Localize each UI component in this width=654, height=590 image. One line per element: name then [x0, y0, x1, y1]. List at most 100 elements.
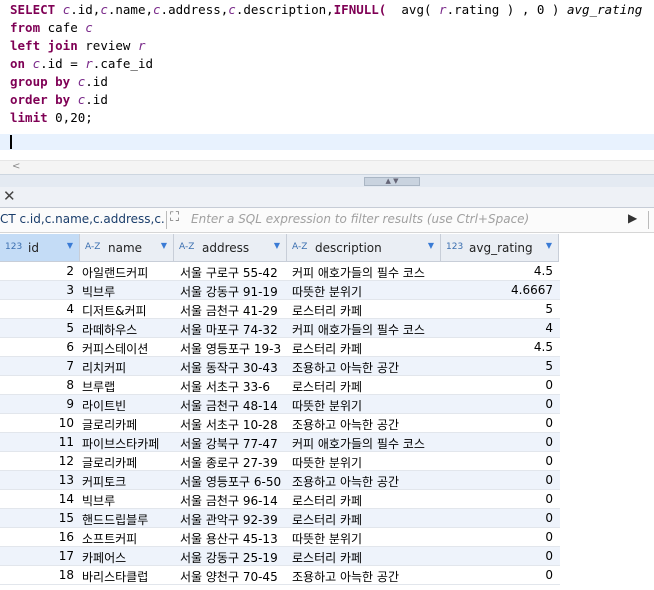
cell-name[interactable]: 파이브스타카페 [82, 435, 172, 452]
cell-id[interactable]: 8 [0, 378, 74, 392]
table-row[interactable]: 5 라떼하우스 서울 마포구 74-32 커피 애호가들의 필수 코스 4 [0, 319, 560, 338]
cell-name[interactable]: 핸드드립블루 [82, 511, 172, 528]
table-row[interactable]: 14 빅브루 서울 금천구 96-14 로스터리 카페 0 [0, 490, 560, 509]
cell-address[interactable]: 서울 영등포구 6-50 [180, 473, 286, 490]
table-row[interactable]: 7 리치커피 서울 동작구 30-43 조용하고 아늑한 공간 5 [0, 357, 560, 376]
cell-description[interactable]: 로스터리 카페 [292, 511, 440, 528]
cell-id[interactable]: 12 [0, 454, 74, 468]
cell-description[interactable]: 로스터리 카페 [292, 378, 440, 395]
cell-address[interactable]: 서울 금천구 96-14 [180, 492, 286, 509]
cell-name[interactable]: 바리스타클럽 [82, 568, 172, 585]
panel-splitter[interactable]: ▲ ▼ [0, 174, 654, 188]
table-row[interactable]: 3 빅브루 서울 강동구 91-19 따뜻한 분위기 4.6667 [0, 281, 560, 300]
cell-address[interactable]: 서울 강동구 25-19 [180, 549, 286, 566]
filter-expand-icon[interactable]: ⛶ [170, 210, 179, 225]
cell-description[interactable]: 조용하고 아늑한 공간 [292, 473, 440, 490]
cell-address[interactable]: 서울 용산구 45-13 [180, 530, 286, 547]
table-row[interactable]: 8 브루랩 서울 서초구 33-6 로스터리 카페 0 [0, 376, 560, 395]
table-row[interactable]: 10 글로리카페 서울 서초구 10-28 조용하고 아늑한 공간 0 [0, 414, 560, 433]
cell-description[interactable]: 따뜻한 분위기 [292, 397, 440, 414]
cell-description[interactable]: 조용하고 아늑한 공간 [292, 568, 440, 585]
cell-id[interactable]: 13 [0, 473, 74, 487]
cell-avg-rating[interactable]: 0 [444, 568, 553, 582]
cell-description[interactable]: 따뜻한 분위기 [292, 454, 440, 471]
table-row[interactable]: 6 커피스테이션 서울 영등포구 19-3 로스터리 카페 4.5 [0, 338, 560, 357]
sql-editor[interactable]: SELECT c.id,c.name,c.address,c.descripti… [0, 0, 654, 160]
cell-name[interactable]: 커피토크 [82, 473, 172, 490]
table-row[interactable]: 11 파이브스타카페 서울 강북구 77-47 커피 애호가들의 필수 코스 0 [0, 433, 560, 452]
cell-description[interactable]: 로스터리 카페 [292, 302, 440, 319]
cell-name[interactable]: 글로리카페 [82, 454, 172, 471]
editor-horizontal-scrollbar[interactable]: < [0, 160, 654, 175]
sort-dropdown-icon[interactable]: ▼ [546, 241, 552, 250]
cell-address[interactable]: 서울 마포구 74-32 [180, 321, 286, 338]
cell-avg-rating[interactable]: 0 [444, 397, 553, 411]
table-row[interactable]: 9 라이트빈 서울 금천구 48-14 따뜻한 분위기 0 [0, 395, 560, 414]
cell-name[interactable]: 빅브루 [82, 283, 172, 300]
cell-id[interactable]: 14 [0, 492, 74, 506]
cell-description[interactable]: 로스터리 카페 [292, 340, 440, 357]
cell-id[interactable]: 6 [0, 340, 74, 354]
sort-dropdown-icon[interactable]: ▼ [67, 241, 73, 250]
cell-address[interactable]: 서울 강동구 91-19 [180, 283, 286, 300]
cell-name[interactable]: 소프트커피 [82, 530, 172, 547]
cell-address[interactable]: 서울 금천구 41-29 [180, 302, 286, 319]
cell-avg-rating[interactable]: 0 [444, 492, 553, 506]
cell-address[interactable]: 서울 강북구 77-47 [180, 435, 286, 452]
cell-id[interactable]: 2 [0, 264, 74, 278]
cell-address[interactable]: 서울 서초구 10-28 [180, 416, 286, 433]
column-header-name[interactable]: A-Z name ▼ [80, 234, 174, 262]
table-row[interactable]: 13 커피토크 서울 영등포구 6-50 조용하고 아늑한 공간 0 [0, 471, 560, 490]
cell-address[interactable]: 서울 금천구 48-14 [180, 397, 286, 414]
cell-name[interactable]: 디저트&커피 [82, 302, 172, 319]
cell-id[interactable]: 11 [0, 435, 74, 449]
cell-id[interactable]: 10 [0, 416, 74, 430]
sort-dropdown-icon[interactable]: ▼ [428, 241, 434, 250]
cell-description[interactable]: 커피 애호가들의 필수 코스 [292, 264, 440, 281]
column-header-description[interactable]: A-Z description ▼ [287, 234, 441, 262]
cell-name[interactable]: 커피스테이션 [82, 340, 172, 357]
cell-name[interactable]: 브루랩 [82, 378, 172, 395]
cell-address[interactable]: 서울 관악구 92-39 [180, 511, 286, 528]
cell-avg-rating[interactable]: 0 [444, 549, 553, 563]
cell-id[interactable]: 3 [0, 283, 74, 297]
cell-description[interactable]: 로스터리 카페 [292, 549, 440, 566]
cell-avg-rating[interactable]: 0 [444, 473, 553, 487]
cell-address[interactable]: 서울 서초구 33-6 [180, 378, 286, 395]
cell-description[interactable]: 따뜻한 분위기 [292, 530, 440, 547]
cell-id[interactable]: 4 [0, 302, 74, 316]
column-header-id[interactable]: 123 id ▼ [0, 234, 80, 262]
cell-avg-rating[interactable]: 0 [444, 454, 553, 468]
cell-avg-rating[interactable]: 4.5 [444, 264, 553, 278]
cell-id[interactable]: 15 [0, 511, 74, 525]
cell-avg-rating[interactable]: 4 [444, 321, 553, 335]
scroll-left-icon[interactable]: < [12, 161, 20, 172]
table-row[interactable]: 2 아일랜드커피 서울 구로구 55-42 커피 애호가들의 필수 코스 4.5 [0, 262, 560, 281]
filter-input[interactable]: Enter a SQL expression to filter results… [191, 212, 529, 226]
cell-name[interactable]: 아일랜드커피 [82, 264, 172, 281]
cell-name[interactable]: 리치커피 [82, 359, 172, 376]
close-icon[interactable]: ✕ [3, 187, 16, 205]
cell-id[interactable]: 7 [0, 359, 74, 373]
cell-description[interactable]: 커피 애호가들의 필수 코스 [292, 435, 440, 452]
cell-address[interactable]: 서울 종로구 27-39 [180, 454, 286, 471]
cell-avg-rating[interactable]: 0 [444, 416, 553, 430]
cell-name[interactable]: 글로리카페 [82, 416, 172, 433]
cell-id[interactable]: 18 [0, 568, 74, 582]
column-header-address[interactable]: A-Z address ▼ [174, 234, 287, 262]
cell-avg-rating[interactable]: 5 [444, 302, 553, 316]
cell-name[interactable]: 라떼하우스 [82, 321, 172, 338]
cell-description[interactable]: 조용하고 아늑한 공간 [292, 359, 440, 376]
table-row[interactable]: 16 소프트커피 서울 용산구 45-13 따뜻한 분위기 0 [0, 528, 560, 547]
cell-avg-rating[interactable]: 0 [444, 378, 553, 392]
table-row[interactable]: 17 카페어스 서울 강동구 25-19 로스터리 카페 0 [0, 547, 560, 566]
sort-dropdown-icon[interactable]: ▼ [274, 241, 280, 250]
cell-avg-rating[interactable]: 5 [444, 359, 553, 373]
table-row[interactable]: 4 디저트&커피 서울 금천구 41-29 로스터리 카페 5 [0, 300, 560, 319]
cell-id[interactable]: 17 [0, 549, 74, 563]
cell-avg-rating[interactable]: 4.6667 [444, 283, 553, 297]
cell-avg-rating[interactable]: 0 [444, 530, 553, 544]
cell-id[interactable]: 5 [0, 321, 74, 335]
cell-id[interactable]: 9 [0, 397, 74, 411]
table-row[interactable]: 15 핸드드립블루 서울 관악구 92-39 로스터리 카페 0 [0, 509, 560, 528]
